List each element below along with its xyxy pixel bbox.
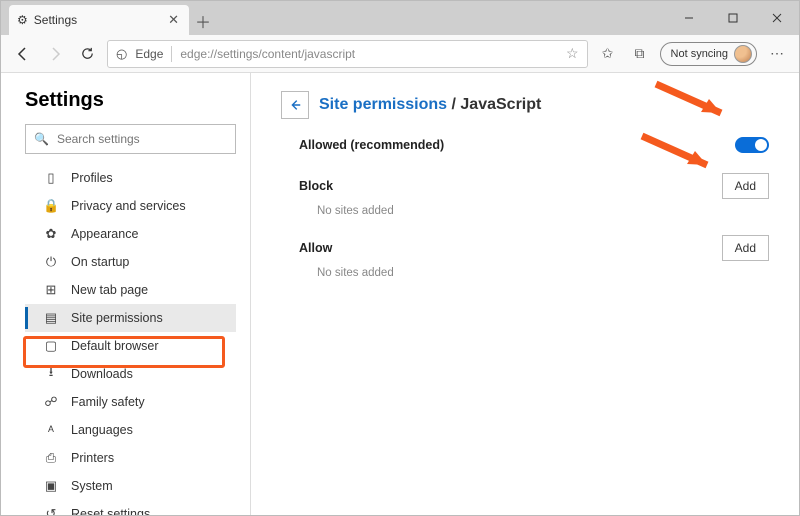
back-button[interactable] <box>11 42 35 66</box>
refresh-button[interactable] <box>75 42 99 66</box>
sidebar-item-family[interactable]: ☍ Family safety <box>25 388 236 416</box>
close-tab-icon[interactable]: ✕ <box>168 12 179 28</box>
maximize-button[interactable] <box>711 1 755 35</box>
favorites-icon[interactable]: ✩ <box>596 42 620 66</box>
permissions-icon: ▤ <box>43 310 59 326</box>
sidebar-item-label: Privacy and services <box>71 199 186 213</box>
block-label: Block <box>299 179 333 193</box>
content: Settings 🔍 ▯ Profiles 🔒 Privacy and servic… <box>1 73 799 515</box>
url-text: edge://settings/content/javascript <box>180 47 355 61</box>
block-empty-text: No sites added <box>317 205 769 217</box>
sidebar-item-label: Default browser <box>71 339 159 353</box>
breadcrumb: Site permissions / JavaScript <box>281 91 769 119</box>
sidebar-item-languages[interactable]: ᴬ Languages <box>25 416 236 444</box>
search-settings[interactable]: 🔍 <box>25 124 236 154</box>
system-icon: ▣ <box>43 478 59 494</box>
sidebar-item-downloads[interactable]: ⭳ Downloads <box>25 360 236 388</box>
sidebar-item-label: Printers <box>71 451 114 465</box>
reset-icon: ↺ <box>43 506 59 515</box>
allow-add-button[interactable]: Add <box>722 235 769 261</box>
favorite-star-icon[interactable]: ☆ <box>566 45 579 62</box>
browser-icon: ▢ <box>43 338 59 354</box>
sidebar-item-label: Appearance <box>71 227 138 241</box>
sidebar-item-profiles[interactable]: ▯ Profiles <box>25 164 236 192</box>
allow-label: Allow <box>299 241 332 255</box>
window-controls <box>667 1 799 35</box>
sidebar-item-label: On startup <box>71 255 129 269</box>
avatar-icon <box>734 45 752 63</box>
sidebar-item-label: Family safety <box>71 395 145 409</box>
profile-sync-pill[interactable]: Not syncing <box>660 42 757 66</box>
new-tab-button[interactable]: ＋ <box>189 7 217 35</box>
edge-label: Edge <box>135 47 163 61</box>
allow-empty-text: No sites added <box>317 267 769 279</box>
breadcrumb-back-button[interactable] <box>281 91 309 119</box>
sidebar-item-label: New tab page <box>71 283 148 297</box>
allowed-label: Allowed (recommended) <box>299 138 444 152</box>
newtab-icon: ⊞ <box>43 282 59 298</box>
gear-icon: ⚙ <box>17 13 28 27</box>
minimize-button[interactable] <box>667 1 711 35</box>
sidebar-item-newtab[interactable]: ⊞ New tab page <box>25 276 236 304</box>
sidebar-item-label: System <box>71 479 113 493</box>
sync-label: Not syncing <box>671 48 728 60</box>
divider <box>171 46 172 62</box>
search-icon: 🔍 <box>34 132 49 146</box>
settings-heading: Settings <box>25 89 236 112</box>
main-panel: Site permissions / JavaScript Allowed (r… <box>251 73 799 515</box>
profiles-icon: ▯ <box>43 170 59 186</box>
collections-icon[interactable]: ⧉ <box>628 42 652 66</box>
printer-icon: ⎙ <box>43 450 59 466</box>
close-window-button[interactable] <box>755 1 799 35</box>
languages-icon: ᴬ <box>43 423 59 438</box>
sidebar-item-printers[interactable]: ⎙ Printers <box>25 444 236 472</box>
address-bar[interactable]: ◵ Edge edge://settings/content/javascrip… <box>107 40 588 68</box>
download-icon: ⭳ <box>43 363 59 385</box>
more-menu-icon[interactable]: ⋯ <box>765 42 789 66</box>
allowed-toggle[interactable] <box>735 137 769 153</box>
sidebar-item-label: Languages <box>71 423 133 437</box>
edge-icon: ◵ <box>116 46 127 62</box>
sidebar: Settings 🔍 ▯ Profiles 🔒 Privacy and servic… <box>1 73 251 515</box>
browser-tab[interactable]: ⚙ Settings ✕ <box>9 5 189 35</box>
power-icon: ⏻ <box>43 254 59 270</box>
titlebar: ⚙ Settings ✕ ＋ <box>1 1 799 35</box>
sidebar-item-label: Profiles <box>71 171 113 185</box>
settings-nav: ▯ Profiles 🔒 Privacy and services ✿ Appeara… <box>25 164 236 515</box>
breadcrumb-parent-link[interactable]: Site permissions <box>319 96 447 113</box>
sidebar-item-system[interactable]: ▣ System <box>25 472 236 500</box>
sidebar-item-appearance[interactable]: ✿ Appearance <box>25 220 236 248</box>
breadcrumb-sep: / <box>452 96 456 113</box>
sidebar-item-startup[interactable]: ⏻ On startup <box>25 248 236 276</box>
sidebar-item-label: Reset settings <box>71 507 150 515</box>
sidebar-item-label: Site permissions <box>71 311 163 325</box>
block-add-button[interactable]: Add <box>722 173 769 199</box>
sidebar-item-privacy[interactable]: 🔒 Privacy and services <box>25 192 236 220</box>
breadcrumb-leaf: JavaScript <box>460 96 541 113</box>
sidebar-item-default-browser[interactable]: ▢ Default browser <box>25 332 236 360</box>
sidebar-item-site-permissions[interactable]: ▤ Site permissions <box>25 304 236 332</box>
tab-title: Settings <box>34 13 77 27</box>
sidebar-item-label: Downloads <box>71 367 133 381</box>
search-input[interactable] <box>57 132 227 146</box>
forward-button[interactable] <box>43 42 67 66</box>
sidebar-item-reset[interactable]: ↺ Reset settings <box>25 500 236 515</box>
appearance-icon: ✿ <box>43 226 59 242</box>
breadcrumb-text: Site permissions / JavaScript <box>319 96 541 114</box>
family-icon: ☍ <box>43 394 59 410</box>
lock-icon: 🔒 <box>43 198 59 214</box>
toolbar: ◵ Edge edge://settings/content/javascrip… <box>1 35 799 73</box>
